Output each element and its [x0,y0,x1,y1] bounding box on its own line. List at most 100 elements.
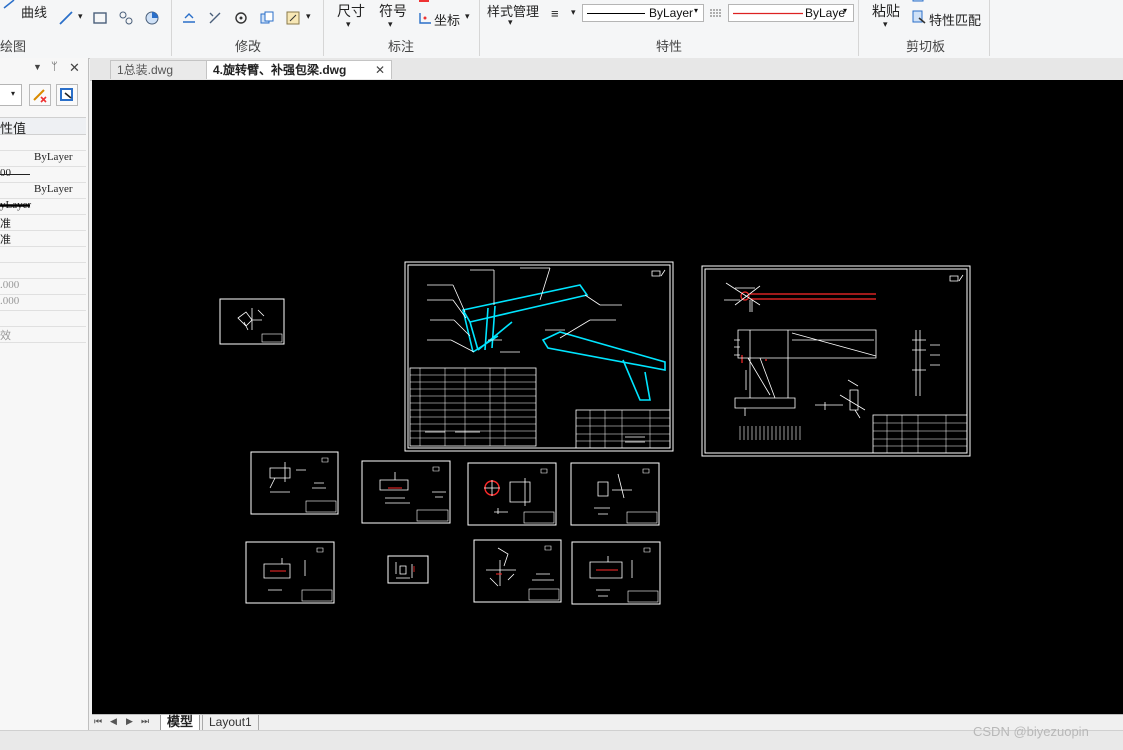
linetype-dropdown[interactable]: ByLayer ▾ [582,4,704,22]
tab-document-1[interactable]: 1总装.dwg [110,60,212,79]
mirror-tool-icon[interactable] [207,10,223,26]
linetype-sample-icon [0,174,30,175]
cut-icon[interactable] [912,0,926,4]
match-properties-icon[interactable] [911,10,927,24]
move-tool-icon[interactable] [181,10,197,26]
chevron-down-icon[interactable]: ▾ [78,11,83,22]
watermark: CSDN @biyezuopin [973,724,1089,739]
edit-tool-icon[interactable] [285,10,301,26]
property-row[interactable] [0,310,86,327]
sheet-rotating-arm[interactable] [404,261,674,452]
property-row[interactable]: 准 [0,230,86,247]
property-value: 效 [0,330,11,342]
sheet-reinforcement-beam[interactable] [701,265,971,457]
drawing-canvas[interactable] [92,80,1123,714]
dimension-button[interactable]: 尺寸 [337,1,365,21]
paste-button[interactable]: 粘贴 [872,1,900,21]
curve-button[interactable]: 曲线 [21,2,47,21]
sheet-small-6[interactable] [245,541,335,604]
chevron-down-icon[interactable]: ▾ [465,11,470,22]
property-row[interactable]: .000 [0,294,86,311]
pie-tool-icon[interactable] [144,10,160,26]
layout-tabbar: ⏮ ◀ ▶ ⏭ 模型 Layout1 [92,714,1123,731]
sheet-small-5[interactable] [570,462,660,526]
array-tool-icon[interactable] [118,10,134,26]
prev-tab-icon[interactable]: ◀ [110,716,117,727]
ribbon: 曲线 ▾ 绘图 ▾ 修改 尺寸 ▾ 符号 ▾ 坐标 ▾ 标注 样式管理 ▾ ≡ … [0,0,1123,59]
tab-label: 模型 [167,714,194,729]
sheet-small-7[interactable] [387,555,429,584]
pin-icon[interactable]: ᛘ [51,61,58,73]
chevron-down-icon[interactable]: ▾ [306,11,311,22]
annotation-group-label: 标注 [388,39,415,54]
property-value: .000 [0,279,20,291]
sheet-small-1[interactable] [219,298,285,345]
group-divider [171,0,172,56]
clipboard-group-label: 剪切板 [906,39,946,54]
property-value: ByLayer [34,151,73,163]
next-tab-icon[interactable]: ▶ [126,716,133,727]
tab-document-2[interactable]: 4.旋转臂、补强包梁.dwg ✕ [206,60,392,79]
coordinate-icon[interactable] [417,11,433,25]
tab-label: Layout1 [209,715,252,729]
style-manager-button[interactable]: 样式管理 [487,1,539,20]
sheet-small-2[interactable] [250,451,339,515]
draw-group-label: 绘图 [0,39,27,54]
panel-column-header: 性值 [0,117,86,136]
object-type-select[interactable]: ▾ [0,84,22,106]
group-divider [858,0,859,56]
sheet-small-4[interactable] [467,462,557,526]
sheet-small-8[interactable] [473,539,562,603]
tab-label: 1总装.dwg [117,63,174,77]
draw-tool-icon[interactable] [2,0,16,10]
leader-icon[interactable] [417,0,433,5]
chevron-down-icon[interactable]: ▾ [883,19,888,30]
copy-tool-icon[interactable] [259,10,275,26]
tab-layout1[interactable]: Layout1 [202,715,259,731]
properties-panel: ▼ ᛘ ✕ ▾ 性值 ByLayer00ByLayeryLayer准准.000.… [0,58,89,730]
lineweight-icon[interactable]: ≡ [551,6,559,21]
property-row[interactable] [0,262,86,279]
match-properties-button[interactable]: 特性匹配 [929,10,981,29]
chevron-down-icon[interactable]: ▾ [571,7,576,18]
property-row[interactable]: ByLayer [0,182,86,199]
quick-select-button[interactable] [56,84,78,106]
property-value: 准 [0,234,11,246]
sheet-small-3[interactable] [361,460,451,524]
color-dropdown[interactable]: ByLaye ▾ [728,4,854,22]
property-row[interactable] [0,246,86,263]
chevron-down-icon[interactable]: ▾ [346,19,351,30]
property-row[interactable]: 准 [0,214,86,231]
group-divider [479,0,480,56]
panel-menu-icon[interactable]: ▼ [33,62,42,72]
last-tab-icon[interactable]: ⏭ [141,716,149,727]
document-tabbar: 1总装.dwg 4.旋转臂、补强包梁.dwg ✕ [90,58,1123,81]
lineweight-sample-icon [0,204,30,207]
close-icon[interactable]: ✕ [375,61,385,80]
first-tab-icon[interactable]: ⏮ [94,716,102,727]
color-preview-icon [733,12,803,15]
line-icon[interactable] [58,10,74,26]
property-row[interactable] [0,134,86,151]
sheet-small-9[interactable] [571,541,661,605]
property-row[interactable]: ByLayer [0,150,86,167]
rectangle-tool-icon[interactable] [92,10,108,26]
symbol-button[interactable]: 符号 [379,1,407,21]
close-icon[interactable]: ✕ [69,60,80,76]
chevron-down-icon[interactable]: ▾ [508,17,513,28]
coordinate-button[interactable]: 坐标 [434,10,460,29]
linetype-scale-icon[interactable] [709,8,723,18]
property-row[interactable]: .000 [0,278,86,295]
toggle-pickadd-button[interactable] [29,84,51,106]
pickadd-icon [33,89,47,103]
linetype-preview-icon [587,13,645,14]
model-space-drawings [219,261,971,605]
color-value: ByLaye [805,6,846,20]
property-row[interactable]: 效 [0,326,86,343]
tab-model[interactable]: 模型 [160,714,201,731]
chevron-down-icon: ▾ [11,89,16,98]
rotate-tool-icon[interactable] [233,10,249,26]
chevron-down-icon[interactable]: ▾ [388,19,393,30]
group-divider [989,0,990,56]
property-value: 准 [0,218,11,230]
